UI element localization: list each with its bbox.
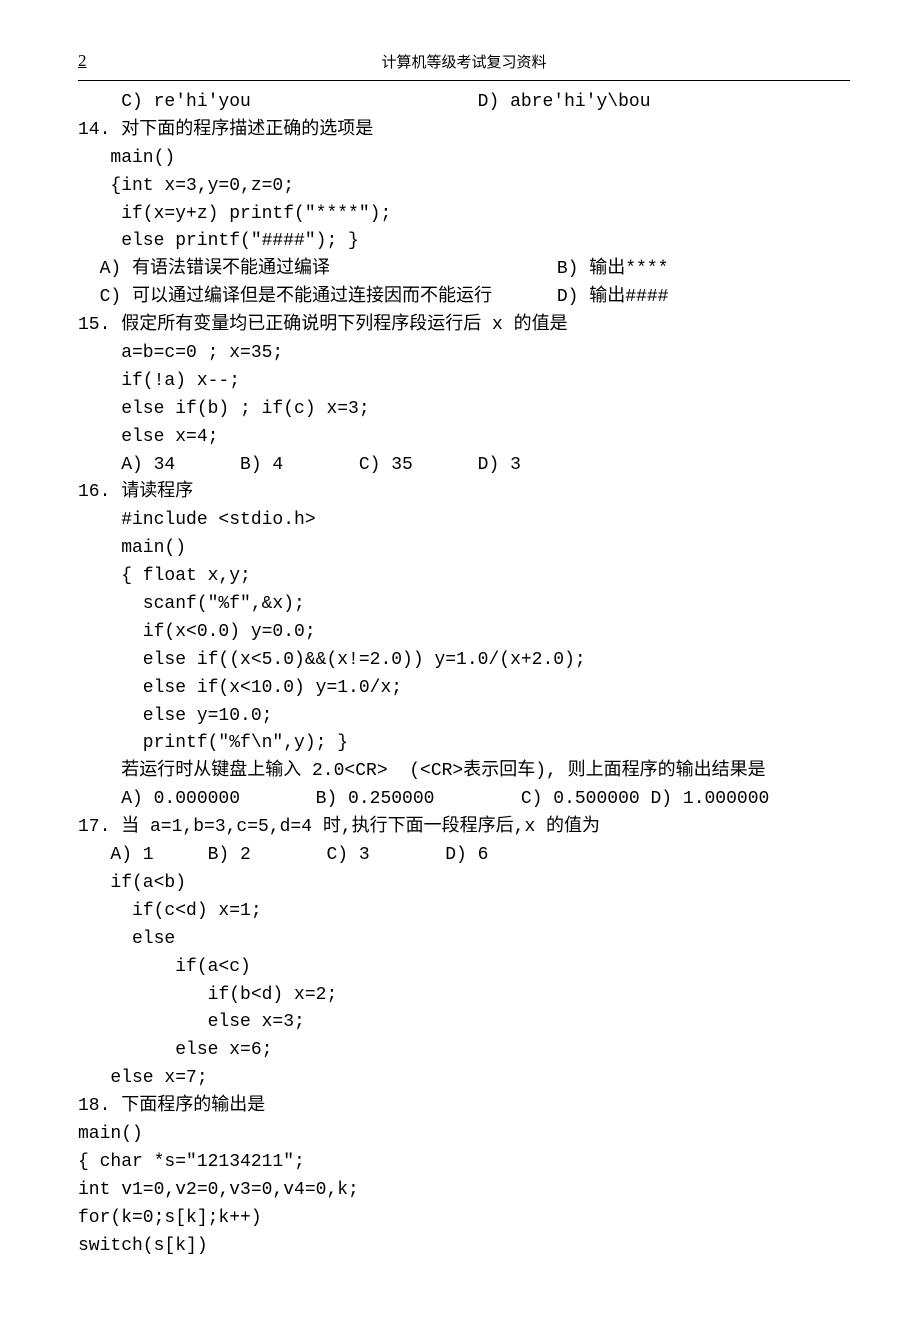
- text-line: else x=7;: [78, 1065, 850, 1093]
- text-line: if(x<0.0) y=0.0;: [78, 619, 850, 647]
- text-line: main(): [78, 145, 850, 173]
- text-line: if(a<b): [78, 870, 850, 898]
- text-line: else x=3;: [78, 1009, 850, 1037]
- text-line: if(!a) x--;: [78, 368, 850, 396]
- page-header: 2 计算机等级考试复习资料: [78, 48, 850, 76]
- text-line: if(a<c): [78, 954, 850, 982]
- text-line: printf("%f\n",y); }: [78, 730, 850, 758]
- text-line: { char *s="12134211";: [78, 1149, 850, 1177]
- text-line: else if(b) ; if(c) x=3;: [78, 396, 850, 424]
- text-line: else printf("####"); }: [78, 228, 850, 256]
- text-line: C) 可以通过编译但是不能通过连接因而不能运行 D) 输出####: [78, 284, 850, 312]
- text-line: A) 1 B) 2 C) 3 D) 6: [78, 842, 850, 870]
- text-line: for(k=0;s[k];k++): [78, 1205, 850, 1233]
- text-line: 若运行时从键盘上输入 2.0<CR> (<CR>表示回车), 则上面程序的输出结…: [78, 758, 850, 786]
- text-line: if(b<d) x=2;: [78, 982, 850, 1010]
- text-line: {int x=3,y=0,z=0;: [78, 173, 850, 201]
- text-line: scanf("%f",&x);: [78, 591, 850, 619]
- document-page: 2 计算机等级考试复习资料 C) re'hi'you D) abre'hi'y\…: [0, 0, 920, 1320]
- text-line: #include <stdio.h>: [78, 507, 850, 535]
- text-line: else x=4;: [78, 424, 850, 452]
- text-line: C) re'hi'you D) abre'hi'y\bou: [78, 89, 850, 117]
- text-line: switch(s[k]): [78, 1233, 850, 1261]
- text-line: else if(x<10.0) y=1.0/x;: [78, 675, 850, 703]
- text-line: 14. 对下面的程序描述正确的选项是: [78, 117, 850, 145]
- text-line: else: [78, 926, 850, 954]
- text-line: else if((x<5.0)&&(x!=2.0)) y=1.0/(x+2.0)…: [78, 647, 850, 675]
- document-body: C) re'hi'you D) abre'hi'y\bou14. 对下面的程序描…: [78, 89, 850, 1260]
- text-line: a=b=c=0 ; x=35;: [78, 340, 850, 368]
- header-rule: [78, 80, 850, 81]
- text-line: A) 0.000000 B) 0.250000 C) 0.500000 D) 1…: [78, 786, 850, 814]
- page-title: 计算机等级考试复习资料: [78, 52, 850, 75]
- text-line: 18. 下面程序的输出是: [78, 1093, 850, 1121]
- text-line: 15. 假定所有变量均已正确说明下列程序段运行后 x 的值是: [78, 312, 850, 340]
- text-line: 16. 请读程序: [78, 479, 850, 507]
- text-line: if(x=y+z) printf("****");: [78, 201, 850, 229]
- text-line: int v1=0,v2=0,v3=0,v4=0,k;: [78, 1177, 850, 1205]
- text-line: A) 有语法错误不能通过编译 B) 输出****: [78, 256, 850, 284]
- text-line: A) 34 B) 4 C) 35 D) 3: [78, 452, 850, 480]
- text-line: main(): [78, 1121, 850, 1149]
- text-line: else x=6;: [78, 1037, 850, 1065]
- text-line: if(c<d) x=1;: [78, 898, 850, 926]
- text-line: else y=10.0;: [78, 703, 850, 731]
- text-line: main(): [78, 535, 850, 563]
- text-line: { float x,y;: [78, 563, 850, 591]
- text-line: 17. 当 a=1,b=3,c=5,d=4 时,执行下面一段程序后,x 的值为: [78, 814, 850, 842]
